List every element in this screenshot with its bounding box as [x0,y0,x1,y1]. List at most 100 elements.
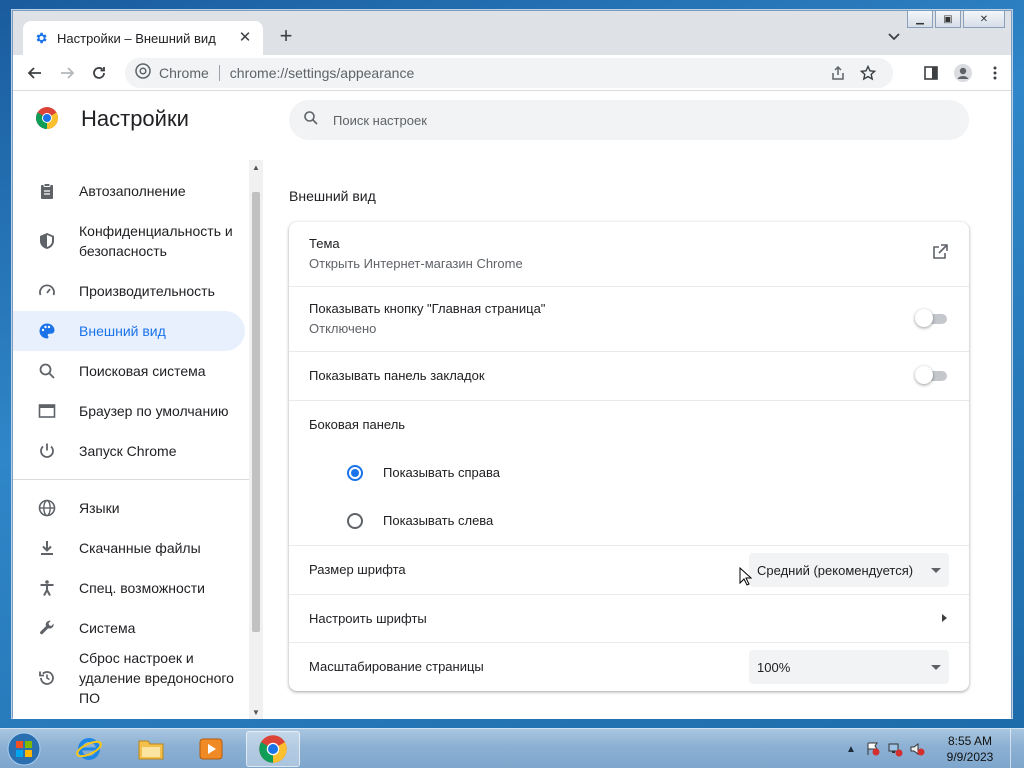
chevron-right-icon [939,610,949,628]
search-icon [37,361,57,381]
reset-icon [37,668,57,688]
sidebar-item-appearance[interactable]: Внешний вид [13,311,245,351]
sidebar-item-reset[interactable]: Сброс настроек и удаление вредоносного П… [13,648,245,708]
bookmarks-bar-title: Показывать панель закладок [309,368,485,383]
font-size-row: Размер шрифта Средний (рекомендуется) [289,545,969,594]
clock-time: 8:55 AM [947,734,993,748]
url-text[interactable]: chrome://settings/appearance [230,65,823,81]
start-button[interactable] [4,730,44,768]
globe-icon [37,498,57,518]
browser-icon [37,401,57,421]
sidebar-item-search-engine[interactable]: Поисковая система [13,351,245,391]
sidebar: Автозаполнение Конфиденциальность и безо… [13,152,265,719]
file-explorer-icon[interactable] [124,731,178,767]
sidebar-item-privacy[interactable]: Конфиденциальность и безопасность [13,211,245,271]
search-icon [303,110,319,131]
bookmarks-bar-toggle[interactable] [915,366,949,384]
system-tray: ▲ 8:55 AM 9/9/2023 [840,729,1024,768]
home-button-row[interactable]: Показывать кнопку "Главная страница" Отк… [289,286,969,351]
page-zoom-row: Масштабирование страницы 100% [289,642,969,691]
show-hidden-icons-icon[interactable]: ▲ [840,740,862,758]
page-zoom-select[interactable]: 100% [749,650,949,684]
tab-title: Настройки – Внешний вид [57,30,216,46]
radio-right[interactable] [347,465,363,481]
settings-page: Настройки Поиск настроек Автозаполнение … [13,92,1011,719]
shield-icon [37,231,57,251]
external-link-icon[interactable] [931,243,949,266]
minimize-button[interactable]: ▁ [907,11,933,28]
sidebar-item-on-startup[interactable]: Запуск Chrome [13,431,245,471]
forward-arrow-icon[interactable] [51,57,83,89]
sidebar-item-accessibility[interactable]: Спец. возможности [13,568,245,608]
download-icon [37,538,57,558]
tab-strip: Настройки – Внешний вид ✕ + ▁ ▣ ✕ [13,11,1011,55]
maximize-button[interactable]: ▣ [935,11,961,28]
address-bar[interactable]: Chrome chrome://settings/appearance [125,58,893,88]
customize-fonts-title: Настроить шрифты [309,610,427,626]
side-panel-icon[interactable] [915,57,947,89]
close-tab-icon[interactable]: ✕ [237,30,253,46]
close-window-button[interactable]: ✕ [963,11,1005,28]
search-placeholder: Поиск настроек [333,112,427,128]
volume-muted-icon[interactable] [906,740,928,758]
media-player-icon[interactable] [184,731,238,767]
gear-icon [33,30,49,46]
menu-dots-icon[interactable] [979,57,1011,89]
search-input[interactable]: Поиск настроек [289,100,969,140]
font-size-select[interactable]: Средний (рекомендуется) [749,553,949,587]
sidebar-item-downloads[interactable]: Скачанные файлы [13,528,245,568]
tab-settings[interactable]: Настройки – Внешний вид ✕ [23,21,263,55]
page-zoom-title: Масштабирование страницы [309,659,484,674]
bookmark-star-icon[interactable] [853,61,883,85]
home-button-title: Показывать кнопку "Главная страница" [309,301,546,316]
sidebar-item-performance[interactable]: Производительность [13,271,245,311]
side-panel-left-option[interactable]: Показывать слева [347,511,493,531]
network-icon[interactable] [884,740,906,758]
sidebar-divider [13,479,249,480]
sidebar-item-autofill[interactable]: Автозаполнение [13,171,245,211]
window-controls: ▁ ▣ ✕ [907,11,1005,28]
scroll-up-arrow-icon[interactable]: ▲ [249,160,263,174]
profile-avatar-icon[interactable] [947,57,979,89]
taskbar: ▲ 8:55 AM 9/9/2023 [0,728,1024,768]
side-panel-right-option[interactable]: Показывать справа [347,463,500,483]
speedometer-icon [37,281,57,301]
chrome-site-icon [135,62,151,84]
home-button-status: Отключено [309,321,377,336]
bookmarks-bar-row[interactable]: Показывать панель закладок [289,351,969,400]
sidebar-scrollbar[interactable]: ▲ ▼ [249,160,263,719]
mouse-cursor-icon [739,566,753,587]
sidebar-item-system[interactable]: Система [13,608,245,648]
sidebar-item-default-browser[interactable]: Браузер по умолчанию [13,391,245,431]
omnibox-divider [218,65,220,81]
chrome-taskbar-icon[interactable] [246,731,300,767]
theme-title: Тема [309,236,340,251]
power-icon [37,441,57,461]
settings-header: Настройки Поиск настроек [13,92,1011,152]
customize-fonts-row[interactable]: Настроить шрифты [289,594,969,642]
appearance-card: Тема Открыть Интернет-магазин Chrome Пок… [289,222,969,691]
home-button-toggle[interactable] [915,309,949,327]
new-tab-button[interactable]: + [275,25,297,47]
tab-search-chevron-icon[interactable] [885,27,903,45]
clock[interactable]: 8:55 AM 9/9/2023 [934,733,1006,765]
theme-subtitle: Открыть Интернет-магазин Chrome [309,256,523,271]
browser-window: Настройки – Внешний вид ✕ + ▁ ▣ ✕ Chrome [12,10,1012,719]
dropdown-caret-icon [931,567,941,573]
accessibility-icon [37,578,57,598]
reload-icon[interactable] [83,57,115,89]
scrollbar-thumb[interactable] [252,192,260,632]
show-desktop-button[interactable] [1010,729,1024,768]
sidebar-item-languages[interactable]: Языки [13,488,245,528]
site-label: Chrome [159,65,209,81]
scroll-down-arrow-icon[interactable]: ▼ [249,705,263,719]
side-panel-title: Боковая панель [309,417,406,432]
radio-left[interactable] [347,513,363,529]
back-arrow-icon[interactable] [19,57,51,89]
share-icon[interactable] [823,61,853,85]
action-center-flag-icon[interactable] [862,740,884,758]
internet-explorer-icon[interactable] [62,731,116,767]
page-title: Настройки [81,106,189,131]
sidebar-item-partial [13,152,245,162]
theme-row[interactable]: Тема Открыть Интернет-магазин Chrome [289,222,969,286]
